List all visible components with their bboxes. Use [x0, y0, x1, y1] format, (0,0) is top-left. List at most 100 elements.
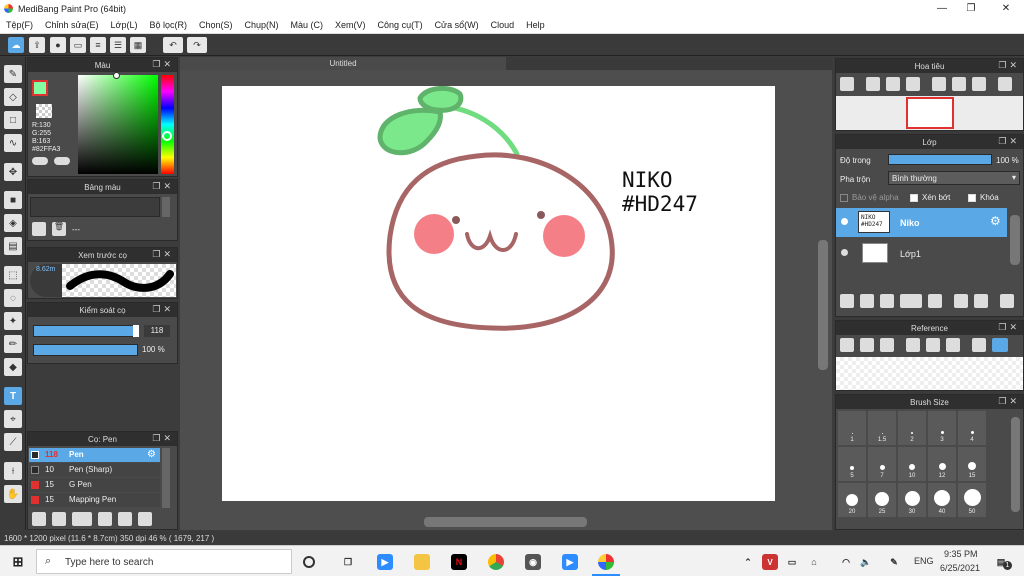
brush-size-option[interactable]: 12: [928, 447, 956, 481]
select-rect-tool-icon[interactable]: ⬚: [4, 266, 22, 284]
merge-layer-icon[interactable]: [974, 294, 988, 308]
palette-list[interactable]: [30, 197, 160, 217]
brush-list-scrollbar[interactable]: [162, 448, 170, 508]
layer-list-scrollbar[interactable]: [1010, 215, 1020, 265]
brush-size-slider[interactable]: [33, 325, 139, 337]
volume-icon[interactable]: 🔈: [858, 554, 874, 570]
brush-size-value[interactable]: 118: [144, 325, 170, 337]
layer-folder-icon[interactable]: [928, 294, 942, 308]
rotate-right-icon[interactable]: [972, 77, 986, 91]
panel-controls-icon[interactable]: ❐✕: [152, 304, 174, 315]
select-eraser-tool-icon[interactable]: ◆: [4, 358, 22, 376]
lasso-tool-icon[interactable]: ◌: [4, 289, 22, 307]
zoom-out-icon[interactable]: [866, 77, 880, 91]
brush-size-option[interactable]: 40: [928, 483, 956, 517]
language-indicator[interactable]: ENG: [914, 556, 934, 566]
add-layer-menu-icon[interactable]: [900, 294, 922, 308]
undo-icon[interactable]: ↶: [163, 37, 183, 53]
hand-tool-icon[interactable]: ✋: [4, 485, 22, 503]
reference-fit-icon[interactable]: [926, 338, 940, 352]
divide-tool-icon[interactable]: ⟋: [4, 433, 22, 451]
windows-start-icon[interactable]: ⊞: [10, 554, 26, 570]
operation-tool-icon[interactable]: ⌖: [4, 410, 22, 428]
meet-now-icon[interactable]: ⌂: [806, 554, 822, 570]
menu-file[interactable]: Tệp(F): [6, 20, 33, 30]
brush-folder-icon[interactable]: [118, 512, 132, 526]
panel-controls-icon[interactable]: ❐✕: [998, 396, 1020, 407]
brush-cloud-icon[interactable]: [32, 512, 46, 526]
brush-size-option[interactable]: 4: [958, 411, 986, 445]
text-tool-icon[interactable]: T: [4, 387, 22, 405]
upload-icon[interactable]: ⇪: [29, 37, 45, 53]
brush-size-slider-handle[interactable]: [133, 325, 139, 337]
fill-rect-tool-icon[interactable]: ■: [4, 191, 22, 209]
curve-tool-icon[interactable]: ∿: [4, 134, 22, 152]
wifi-icon[interactable]: ◠: [838, 554, 854, 570]
panel-controls-icon[interactable]: ❐✕: [152, 433, 174, 444]
new-halftone-layer-icon[interactable]: [860, 294, 874, 308]
taskbar-search-box[interactable]: ⌕ Type here to search: [36, 549, 292, 574]
maximize-button[interactable]: ❐: [955, 0, 987, 17]
reference-open-icon[interactable]: [860, 338, 874, 352]
eraser-tool-icon[interactable]: ◇: [4, 88, 22, 106]
cortana-icon[interactable]: [303, 556, 315, 568]
menu-help[interactable]: Help: [526, 20, 545, 30]
menu-layer[interactable]: Lớp(L): [111, 20, 138, 30]
zoom-app-icon[interactable]: ▶: [377, 554, 393, 570]
palette-scrollbar[interactable]: [162, 197, 170, 217]
brush-size-option[interactable]: 5: [838, 447, 866, 481]
netflix-icon[interactable]: N: [451, 554, 467, 570]
taskbar-date[interactable]: 6/25/2021: [940, 563, 980, 573]
rotate-left-icon[interactable]: [932, 77, 946, 91]
brush-size-option[interactable]: 10: [898, 447, 926, 481]
close-button[interactable]: ✕: [990, 0, 1022, 17]
layer-visibility-icon[interactable]: [841, 249, 848, 256]
foreground-color-swatch[interactable]: [32, 80, 48, 96]
brush-size-option[interactable]: 15: [958, 447, 986, 481]
dot-tool-icon[interactable]: □: [4, 111, 22, 129]
hue-slider[interactable]: [161, 75, 174, 174]
gradient-tool-icon[interactable]: ▤: [4, 237, 22, 255]
menu-color[interactable]: Màu (C): [291, 20, 324, 30]
flip-icon[interactable]: [998, 77, 1012, 91]
layer-blend-select[interactable]: Bình thường ▾: [888, 171, 1020, 185]
brush-size-option[interactable]: 1: [838, 411, 866, 445]
tray-app-icon[interactable]: V: [762, 554, 778, 570]
color-picker-handle[interactable]: [113, 72, 120, 79]
panel-controls-icon[interactable]: ❐✕: [152, 181, 174, 192]
brush-size-option[interactable]: 3: [928, 411, 956, 445]
brush-tool-icon[interactable]: ✎: [4, 65, 22, 83]
comment-icon[interactable]: ●: [50, 37, 66, 53]
menu-filter[interactable]: Bộ lọc(R): [149, 20, 187, 30]
brush-settings-gear-icon[interactable]: ⚙: [147, 449, 156, 460]
new-8bit-layer-icon[interactable]: [880, 294, 894, 308]
clipping-checkbox[interactable]: [910, 194, 918, 202]
new-layer-icon[interactable]: [840, 294, 854, 308]
reference-cloud-icon[interactable]: [840, 338, 854, 352]
minimize-button[interactable]: —: [926, 0, 958, 17]
reference-hand-icon[interactable]: [992, 338, 1008, 352]
brush-settings-icon[interactable]: [98, 512, 112, 526]
zoom-in-icon[interactable]: [840, 77, 854, 91]
pen-icon[interactable]: ✎: [886, 554, 902, 570]
panel-controls-icon[interactable]: ❐✕: [152, 249, 174, 260]
brush-size-scrollbar[interactable]: [1011, 417, 1020, 512]
brush-size-option[interactable]: 20: [838, 483, 866, 517]
move-tool-icon[interactable]: ✥: [4, 163, 22, 181]
redo-icon[interactable]: ↷: [187, 37, 207, 53]
hue-slider-handle[interactable]: [162, 131, 172, 141]
menu-select[interactable]: Chọn(S): [199, 20, 233, 30]
new-brush-icon[interactable]: [52, 512, 66, 526]
taskbar-time[interactable]: 9:35 PM: [944, 549, 978, 559]
drawing-canvas[interactable]: NIKO #HD247: [222, 86, 775, 501]
brush-size-option[interactable]: 50: [958, 483, 986, 517]
brush-size-option[interactable]: 30: [898, 483, 926, 517]
saturation-value-field[interactable]: [78, 75, 158, 174]
brush-item-pen-sharp[interactable]: 10 Pen (Sharp): [29, 463, 160, 477]
select-pen-tool-icon[interactable]: ✏: [4, 335, 22, 353]
task-view-icon[interactable]: ❐: [340, 554, 356, 570]
reset-rotate-icon[interactable]: [952, 77, 966, 91]
list-icon[interactable]: ☰: [110, 37, 126, 53]
lock-checkbox[interactable]: [968, 194, 976, 202]
battery-icon[interactable]: ▭: [784, 554, 800, 570]
